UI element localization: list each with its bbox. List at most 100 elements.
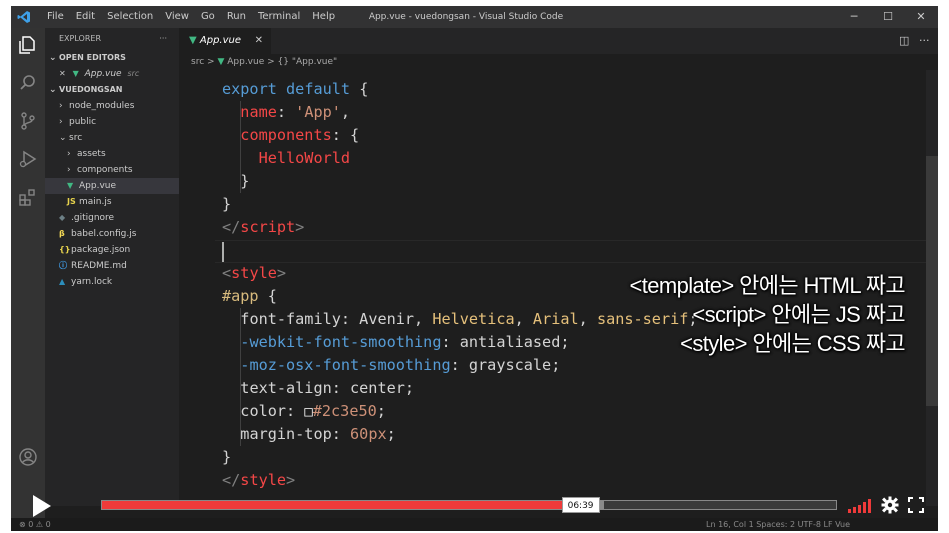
code-token: #app (222, 287, 259, 305)
code-token: style (231, 264, 277, 282)
run-debug-icon[interactable] (17, 148, 39, 170)
code-token: text-align (240, 379, 332, 397)
vue-file-icon: ▼ (189, 35, 197, 46)
open-editor-name: App.vue (84, 69, 122, 79)
tree-item[interactable]: ⌄ src (45, 130, 179, 146)
tree-item-label: babel.config.js (71, 229, 137, 239)
color-swatch-icon[interactable]: □ (304, 404, 312, 420)
fullscreen-icon[interactable] (908, 497, 924, 513)
open-editors-section[interactable]: ⌄ OPEN EDITORS (45, 50, 179, 66)
tree-item-label: public (69, 117, 97, 127)
explorer-title: EXPLORER (59, 34, 101, 43)
tree-item[interactable]: ▲ yarn.lock (45, 274, 179, 290)
played-bar (102, 501, 581, 509)
split-editor-icon[interactable]: ◫ (899, 28, 909, 54)
tree-item-label: components (77, 165, 133, 175)
breadcrumb-item[interactable]: App.vue (227, 57, 264, 67)
tab-close-button[interactable]: ✕ (255, 28, 263, 54)
extensions-icon[interactable] (17, 186, 39, 208)
volume-icon[interactable] (848, 499, 874, 513)
file-type-icon: {} (59, 245, 71, 254)
menu-item-file[interactable]: File (41, 6, 70, 28)
tree-item-label: App.vue (79, 181, 117, 191)
chevron-right-icon: › (59, 101, 63, 111)
subtitle-line: <script> 안에는 JS 짜고 (692, 302, 905, 327)
code-token: { (258, 287, 277, 305)
code-token: 'App' (295, 103, 341, 121)
chevron-right-icon: › (59, 117, 63, 127)
code-token: default (286, 80, 351, 98)
tree-item[interactable]: {}package.json (45, 242, 179, 258)
menu-item-go[interactable]: Go (195, 6, 221, 28)
tree-item[interactable]: › components (45, 162, 179, 178)
video-player-controls: 06:39 (11, 485, 938, 525)
chevron-right-icon: › (67, 149, 71, 159)
source-control-icon[interactable] (17, 110, 39, 132)
tree-item[interactable]: › public (45, 114, 179, 130)
code-line: font-family: Avenir, Helvetica, Arial, s… (222, 308, 697, 331)
menu-item-selection[interactable]: Selection (101, 6, 159, 28)
video-progress-bar[interactable]: 06:39 (101, 497, 837, 513)
subtitle-line: <style> 안에는 CSS 짜고 (680, 331, 906, 356)
tree-item[interactable]: β babel.config.js (45, 226, 179, 242)
maximize-button[interactable]: ☐ (871, 6, 905, 28)
tab-label: App.vue (199, 35, 242, 46)
code-token: : grayscale; (450, 356, 561, 374)
editor-scrollbar[interactable] (926, 70, 938, 506)
minimize-button[interactable]: ─ (837, 6, 871, 28)
tab-app-vue[interactable]: ▼ App.vue ✕ (179, 28, 271, 54)
tree-item[interactable]: ◆ .gitignore (45, 210, 179, 226)
play-icon[interactable] (25, 491, 55, 521)
menu-item-terminal[interactable]: Terminal (252, 6, 306, 28)
code-line: #app { (222, 285, 277, 308)
explorer-icon[interactable] (17, 34, 39, 56)
project-section[interactable]: ⌄ VUEDONGSAN (45, 82, 179, 98)
code-token: : { (331, 126, 360, 144)
file-type-icon: JS (67, 197, 76, 206)
file-tree: › node_modules › public ⌄ src › assets › componen… (45, 98, 179, 290)
open-editor-item[interactable]: ✕ ▼ App.vue src (45, 66, 179, 82)
code-line: } (222, 193, 231, 216)
settings-gear-icon[interactable] (881, 496, 899, 514)
tree-item-label: package.json (71, 245, 131, 255)
editor-more-button[interactable]: ··· (919, 28, 930, 54)
menu-item-edit[interactable]: Edit (70, 6, 101, 28)
tree-item[interactable]: ⓘ README.md (45, 258, 179, 274)
menu-item-view[interactable]: View (159, 6, 195, 28)
breadcrumb-item[interactable]: {} "App.vue" (278, 57, 338, 67)
tree-item[interactable]: › node_modules (45, 98, 179, 114)
open-editor-folder: src (127, 69, 140, 78)
code-line: } (222, 170, 249, 193)
tree-item[interactable]: JS main.js (45, 194, 179, 210)
code-token: : center; (331, 379, 415, 397)
file-type-icon: β (59, 229, 65, 238)
breadcrumb-item[interactable]: src (191, 57, 204, 67)
code-line: <style> (222, 262, 286, 285)
tree-item[interactable]: ▼ App.vue (45, 178, 179, 194)
file-type-icon: ◆ (59, 213, 66, 222)
tree-item-label: .gitignore (71, 213, 115, 223)
search-icon[interactable] (17, 72, 39, 94)
menu-item-run[interactable]: Run (221, 6, 252, 28)
account-icon[interactable] (17, 446, 39, 468)
code-token: Arial (532, 310, 579, 328)
explorer-more-button[interactable]: ··· (159, 28, 167, 50)
code-token: , (578, 310, 597, 328)
menu-item-help[interactable]: Help (306, 6, 341, 28)
explorer-sidebar: EXPLORER ··· ⌄ OPEN EDITORS ✕ ▼ App.vue sr… (45, 28, 179, 506)
indent-guide (240, 101, 241, 193)
close-icon[interactable]: ✕ (59, 69, 66, 78)
code-token: : antialiased; (441, 333, 570, 351)
code-token: > (295, 218, 305, 236)
close-window-button[interactable]: ✕ (904, 6, 938, 28)
code-token: , (340, 103, 351, 121)
code-token: } (222, 195, 232, 213)
vscode-logo-icon (17, 11, 30, 23)
tree-item[interactable]: › assets (45, 146, 179, 162)
tree-item-label: node_modules (69, 101, 135, 111)
code-line: HelloWorld (222, 147, 350, 170)
code-token: { (350, 80, 369, 98)
scrollbar-thumb[interactable] (926, 156, 938, 406)
